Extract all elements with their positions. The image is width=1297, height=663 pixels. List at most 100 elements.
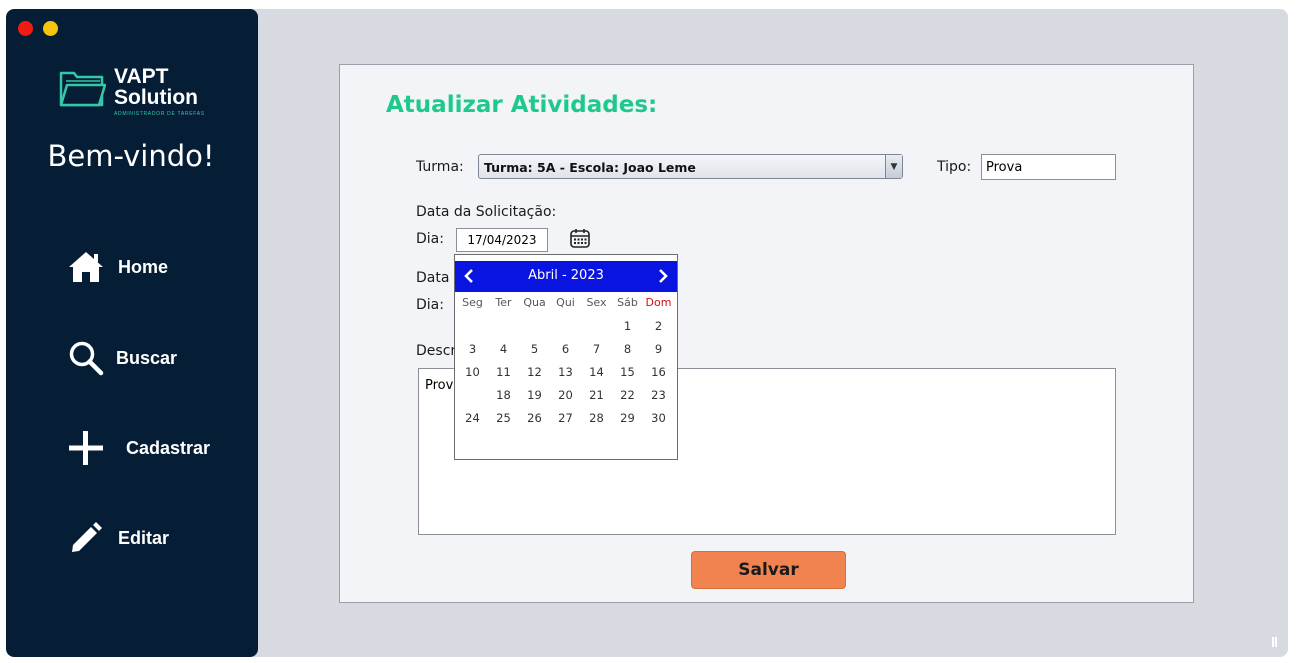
turma-select-value: Turma: 5A - Escola: Joao Leme [484, 160, 696, 175]
calendar-day[interactable]: 19 [519, 384, 550, 406]
calendar-day-label: 28 [589, 411, 604, 425]
calendar-day-label: 8 [623, 342, 632, 356]
calendar-day-label: 30 [651, 411, 666, 425]
tipo-input[interactable]: Prova [981, 154, 1116, 180]
weekday-header: Sáb [617, 296, 638, 309]
calendar-day[interactable]: 3 [457, 338, 488, 360]
weekday-header: Dom [645, 296, 672, 309]
save-button[interactable]: Salvar [691, 551, 846, 589]
close-window-button[interactable] [18, 21, 33, 36]
calendar-day[interactable]: 9 [643, 338, 674, 360]
data-solicitacao-label: Data da Solicitação: [416, 204, 557, 220]
sidebar-item-home[interactable]: Home [66, 247, 168, 287]
calendar-day-label: 18 [496, 388, 511, 402]
calendar-day-label: 26 [527, 411, 542, 425]
resize-grip-icon[interactable] [1272, 637, 1278, 647]
calendar-day[interactable]: 21 [581, 384, 612, 406]
calendar-day[interactable]: 14 [581, 361, 612, 383]
calendar-day-label: 7 [592, 342, 601, 356]
logo-line2: Solution [114, 86, 198, 109]
calendar-day[interactable]: 22 [612, 384, 643, 406]
calendar-day-label: 12 [527, 365, 542, 379]
dia2-label: Dia: [416, 297, 444, 313]
calendar-day[interactable]: 12 [519, 361, 550, 383]
calendar-day[interactable]: 23 [643, 384, 674, 406]
weekday-header: Qui [556, 296, 575, 309]
calendar-day[interactable]: 13 [550, 361, 581, 383]
date-picker-popup: Abril - 2023 Seg Ter Qua Qui Sex Sáb Dom 12345… [454, 254, 678, 460]
calendar-day[interactable]: 6 [550, 338, 581, 360]
calendar-day-label: 22 [620, 388, 635, 402]
calendar-day-label: 16 [651, 365, 666, 379]
calendar-day-label: 15 [620, 365, 635, 379]
sidebar-item-label: Home [118, 256, 169, 277]
calendar-day[interactable]: 1 [612, 315, 643, 337]
minimize-window-button[interactable] [43, 21, 58, 36]
calendar-day[interactable]: 20 [550, 384, 581, 406]
plus-icon [66, 428, 106, 468]
calendar-day[interactable]: 15 [612, 361, 643, 383]
calendar-day-label: 2 [654, 319, 663, 333]
calendar-day-label: 24 [465, 411, 480, 425]
sidebar-item-buscar[interactable]: Buscar [66, 338, 177, 378]
calendar-day-label: 1 [623, 319, 632, 333]
home-icon [66, 247, 106, 287]
calendar-day[interactable]: 27 [550, 407, 581, 429]
logo: VAPT Solution ADMINISTRADOR DE TAREFAS [58, 66, 208, 121]
page-title: Atualizar Atividades: [386, 92, 658, 118]
calendar-day-label: 3 [468, 342, 477, 356]
turma-label: Turma: [416, 159, 464, 175]
sidebar-item-cadastrar[interactable]: Cadastrar [66, 428, 210, 468]
app-window: VAPT Solution ADMINISTRADOR DE TAREFAS B… [6, 9, 1288, 657]
calendar-day-label: 23 [651, 388, 666, 402]
search-icon [66, 338, 106, 378]
sidebar-item-label: Buscar [116, 347, 178, 368]
calendar-day[interactable]: 4 [488, 338, 519, 360]
calendar-day-label: 4 [499, 342, 508, 356]
calendar-day[interactable]: 26 [519, 407, 550, 429]
calendar-day[interactable]: 7 [581, 338, 612, 360]
welcome-text: Bem-vindo! [47, 139, 215, 173]
calendar-day-label: 20 [558, 388, 573, 402]
next-month-button[interactable] [651, 264, 675, 288]
descricao-text: Prov [425, 378, 454, 393]
calendar-day-label: 29 [620, 411, 635, 425]
calendar-day[interactable]: 30 [643, 407, 674, 429]
calendar-day[interactable]: 24 [457, 407, 488, 429]
sidebar-item-label: Editar [118, 527, 170, 548]
calendar-day[interactable]: 5 [519, 338, 550, 360]
calendar-day-label: 10 [465, 365, 480, 379]
calendar-day-label: 17 [465, 388, 480, 402]
pencil-icon [66, 518, 106, 558]
calendar-day-label: 5 [530, 342, 539, 356]
calendar-month-label: Abril - 2023 [528, 268, 604, 283]
calendar-day[interactable]: 2 [643, 315, 674, 337]
calendar-day-label: 25 [496, 411, 511, 425]
calendar-day-label: 13 [558, 365, 573, 379]
calendar-day-label: 21 [589, 388, 604, 402]
calendar-day-label: 19 [527, 388, 542, 402]
turma-select[interactable]: Turma: 5A - Escola: Joao Leme ▼ [478, 154, 903, 179]
calendar-day-label: 11 [496, 365, 511, 379]
calendar-day-selected[interactable]: 17 [457, 383, 488, 406]
weekday-header: Sex [586, 296, 607, 309]
calendar-day[interactable]: 28 [581, 407, 612, 429]
sidebar-item-editar[interactable]: Editar [66, 518, 169, 558]
calendar-day[interactable]: 8 [612, 338, 643, 360]
logo-text: VAPT Solution [114, 66, 198, 108]
calendar-day[interactable]: 16 [643, 361, 674, 383]
logo-tagline: ADMINISTRADOR DE TAREFAS [114, 111, 205, 117]
chevron-down-icon[interactable]: ▼ [885, 155, 902, 178]
chevron-right-icon [659, 269, 668, 283]
calendar-day[interactable]: 11 [488, 361, 519, 383]
sidebar: VAPT Solution ADMINISTRADOR DE TAREFAS B… [6, 9, 258, 657]
tipo-label: Tipo: [937, 159, 972, 175]
calendar-day[interactable]: 25 [488, 407, 519, 429]
calendar-day[interactable]: 10 [457, 361, 488, 383]
dia-date-input[interactable]: 17/04/2023 [456, 228, 548, 252]
folder-logo-icon [59, 71, 106, 107]
calendar-day[interactable]: 18 [488, 384, 519, 406]
calendar-icon[interactable] [569, 227, 591, 249]
calendar-day-label: 9 [654, 342, 663, 356]
calendar-day[interactable]: 29 [612, 407, 643, 429]
